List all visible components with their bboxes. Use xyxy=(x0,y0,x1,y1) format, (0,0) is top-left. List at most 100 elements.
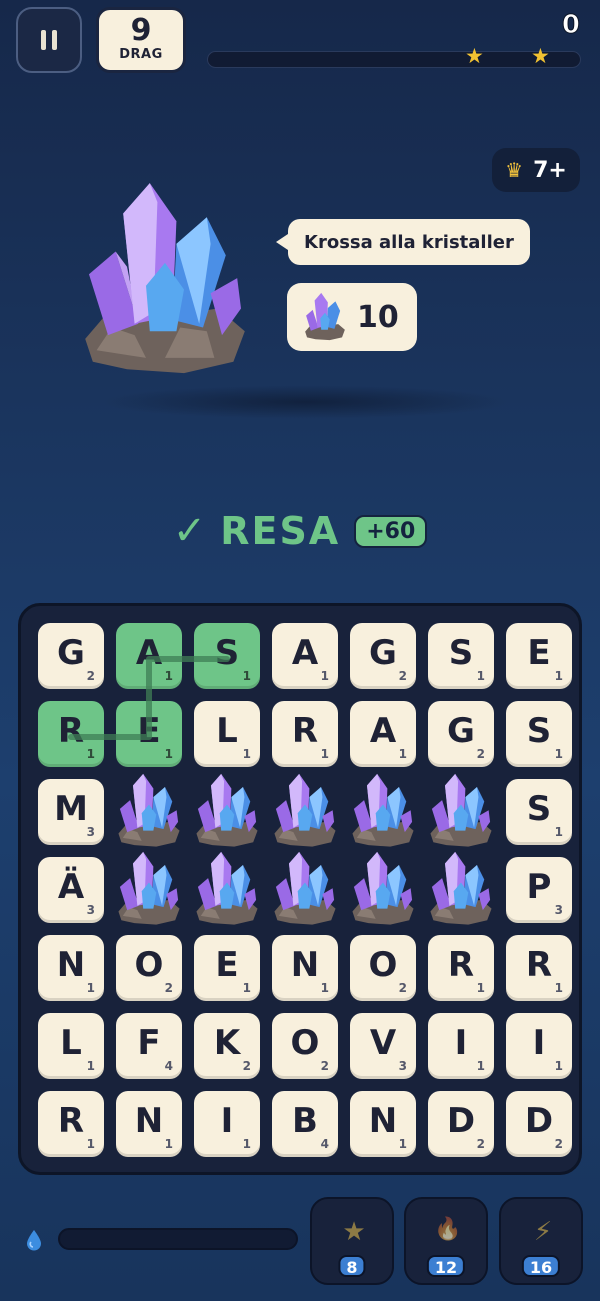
letter-cell[interactable]: E1 xyxy=(194,935,260,1001)
letter-cell[interactable]: N1 xyxy=(272,935,338,1001)
letter-cell[interactable]: G2 xyxy=(350,623,416,689)
letter-cell[interactable]: S1 xyxy=(506,701,572,767)
letter-tile[interactable]: E1 xyxy=(506,623,572,689)
letter-tile[interactable]: I1 xyxy=(194,1091,260,1157)
letter-cell[interactable]: I1 xyxy=(506,1013,572,1079)
letter-cell[interactable]: V3 xyxy=(350,1013,416,1079)
letter-cell[interactable]: D2 xyxy=(506,1091,572,1157)
letter-cell[interactable]: N1 xyxy=(38,935,104,1001)
crystal-icon xyxy=(118,773,180,847)
letter-tile[interactable]: I1 xyxy=(506,1013,572,1079)
letter-cell[interactable]: O2 xyxy=(350,935,416,1001)
letter-cell[interactable]: S1 xyxy=(428,623,494,689)
letter-tile-selected[interactable]: E1 xyxy=(116,701,182,767)
letter-tile[interactable]: A1 xyxy=(272,623,338,689)
letter-tile[interactable]: R1 xyxy=(272,701,338,767)
letter-cell[interactable]: R1 xyxy=(506,935,572,1001)
letter-cell[interactable]: A1 xyxy=(116,623,182,689)
tile-points: 3 xyxy=(554,903,563,917)
letter-cell[interactable]: I1 xyxy=(194,1091,260,1157)
letter-tile-selected[interactable]: R1 xyxy=(38,701,104,767)
letter-tile[interactable]: R1 xyxy=(506,935,572,1001)
letter-tile[interactable]: O2 xyxy=(116,935,182,1001)
letter-cell[interactable]: P3 xyxy=(506,857,572,923)
letter-cell[interactable]: Ä3 xyxy=(38,857,104,923)
letter-tile[interactable]: S1 xyxy=(506,779,572,845)
letter-tile[interactable]: S1 xyxy=(428,623,494,689)
letter-cell[interactable]: E1 xyxy=(506,623,572,689)
letter-tile[interactable]: R1 xyxy=(38,1091,104,1157)
tile-points: 3 xyxy=(398,1059,407,1073)
letter-tile[interactable]: G2 xyxy=(350,623,416,689)
letter-tile[interactable]: A1 xyxy=(350,701,416,767)
letter-tile[interactable]: O2 xyxy=(272,1013,338,1079)
letter-cell[interactable]: O2 xyxy=(116,935,182,1001)
fire-powerup-button[interactable]: 🔥 12 xyxy=(404,1197,488,1285)
letter-cell[interactable]: S1 xyxy=(506,779,572,845)
last-word: RESA xyxy=(220,509,341,553)
letter-cell[interactable]: S1 xyxy=(194,623,260,689)
word-points-badge: +60 xyxy=(354,514,428,548)
letter-cell[interactable]: M3 xyxy=(38,779,104,845)
crystal-icon xyxy=(352,773,414,847)
crystal-icon xyxy=(274,851,336,925)
letter-tile[interactable]: N1 xyxy=(116,1091,182,1157)
letter-tile-selected[interactable]: S1 xyxy=(194,623,260,689)
tile-points: 2 xyxy=(86,669,95,683)
letter-cell[interactable]: N1 xyxy=(116,1091,182,1157)
letter-cell[interactable]: L1 xyxy=(194,701,260,767)
letter-tile[interactable]: K2 xyxy=(194,1013,260,1079)
letter-cell[interactable]: D2 xyxy=(428,1091,494,1157)
letter-tile[interactable]: F4 xyxy=(116,1013,182,1079)
letter-tile-selected[interactable]: A1 xyxy=(116,623,182,689)
letter-tile[interactable]: R1 xyxy=(428,935,494,1001)
letter-tile[interactable]: O2 xyxy=(350,935,416,1001)
tile-points: 1 xyxy=(320,669,329,683)
letter-tile[interactable]: N1 xyxy=(38,935,104,1001)
lightning-powerup-button[interactable]: ⚡ 16 xyxy=(499,1197,583,1285)
letter-cell[interactable]: R1 xyxy=(38,1091,104,1157)
letter-cell[interactable]: F4 xyxy=(116,1013,182,1079)
tile-letter: D xyxy=(446,1101,476,1141)
letter-cell[interactable]: K2 xyxy=(194,1013,260,1079)
letter-tile[interactable]: P3 xyxy=(506,857,572,923)
letter-cell[interactable]: B4 xyxy=(272,1091,338,1157)
tile-points: 4 xyxy=(164,1059,173,1073)
letter-tile[interactable]: G2 xyxy=(428,701,494,767)
letter-tile[interactable]: E1 xyxy=(194,935,260,1001)
letter-cell[interactable]: N1 xyxy=(350,1091,416,1157)
letter-tile[interactable]: I1 xyxy=(428,1013,494,1079)
letter-cell[interactable]: I1 xyxy=(428,1013,494,1079)
letter-tile[interactable]: N1 xyxy=(350,1091,416,1157)
tile-letter: S xyxy=(448,633,474,673)
letter-cell[interactable]: R1 xyxy=(38,701,104,767)
tile-letter: B xyxy=(292,1101,318,1141)
letter-tile[interactable]: V3 xyxy=(350,1013,416,1079)
letter-tile[interactable]: M3 xyxy=(38,779,104,845)
letter-cell[interactable]: R1 xyxy=(428,935,494,1001)
letter-cell[interactable]: G2 xyxy=(428,701,494,767)
letter-tile[interactable]: L1 xyxy=(38,1013,104,1079)
letter-tile[interactable]: Ä3 xyxy=(38,857,104,923)
letter-tile[interactable]: D2 xyxy=(506,1091,572,1157)
letter-tile[interactable]: G2 xyxy=(38,623,104,689)
letter-cell[interactable]: L1 xyxy=(38,1013,104,1079)
letter-cell[interactable]: A1 xyxy=(350,701,416,767)
last-word-result: ✓ RESA +60 xyxy=(0,505,600,557)
letter-cell[interactable]: E1 xyxy=(116,701,182,767)
letter-cell[interactable]: R1 xyxy=(272,701,338,767)
star-powerup-button[interactable]: ★ 8 xyxy=(310,1197,394,1285)
crystal-icon xyxy=(196,851,258,925)
letter-tile[interactable]: N1 xyxy=(272,935,338,1001)
letter-tile[interactable]: D2 xyxy=(428,1091,494,1157)
letter-tile[interactable]: B4 xyxy=(272,1091,338,1157)
tile-points: 1 xyxy=(164,747,173,761)
letter-tile[interactable]: L1 xyxy=(194,701,260,767)
tile-letter: S xyxy=(214,633,240,673)
letter-cell[interactable]: A1 xyxy=(272,623,338,689)
letter-cell[interactable]: G2 xyxy=(38,623,104,689)
letter-tile[interactable]: S1 xyxy=(506,701,572,767)
letter-cell[interactable]: O2 xyxy=(272,1013,338,1079)
pause-button[interactable] xyxy=(16,7,82,73)
crystal-obstacle xyxy=(428,773,494,847)
